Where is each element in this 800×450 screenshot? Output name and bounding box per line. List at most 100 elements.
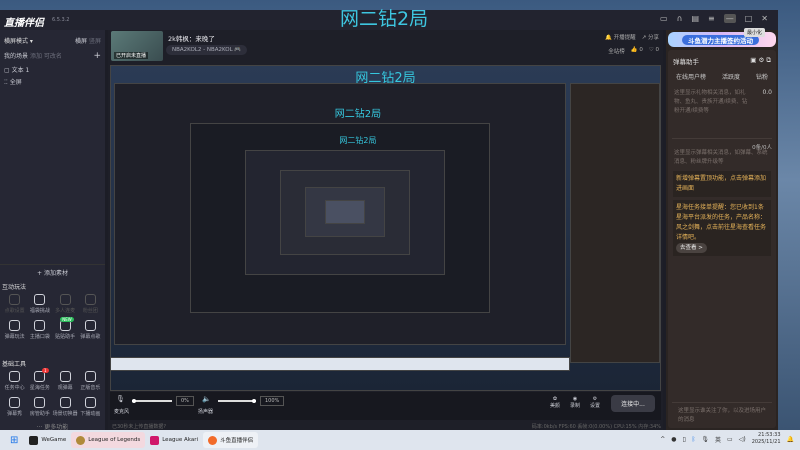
- notification-icon[interactable]: 🔔: [787, 436, 794, 443]
- taskbar: ⊞ WeGame League of Legends League Akari …: [0, 430, 800, 450]
- remind-button[interactable]: 🔔 开播提醒: [605, 33, 636, 41]
- status-left: 已30秒未上传直播数据?: [112, 424, 167, 430]
- tool-multi[interactable]: 多人连麦: [53, 294, 78, 314]
- tray-chevron-icon[interactable]: ^: [660, 436, 665, 443]
- notice-pin[interactable]: 新增弹幕置顶功能，点击弹幕添加进画面: [673, 171, 771, 197]
- bluetooth-icon[interactable]: ᛒ: [692, 436, 696, 443]
- settings-button[interactable]: ⚙ 设置: [590, 396, 600, 409]
- tray-app-icon[interactable]: ●: [671, 436, 676, 443]
- usb-icon[interactable]: ▯: [682, 436, 685, 443]
- interactive-title: 互动玩法: [2, 284, 27, 291]
- tab-online-users[interactable]: 在线用户榜: [676, 72, 706, 81]
- tool-view-danmu[interactable]: 观弹幕: [53, 371, 78, 391]
- mode-portrait[interactable]: 竖屏: [89, 38, 101, 45]
- mic-percent: 0%: [176, 396, 194, 406]
- panel-title: 弹幕助手: [673, 58, 699, 66]
- tool-tasks[interactable]: 任务中心: [2, 371, 27, 391]
- tools-title: 基础工具: [2, 361, 27, 368]
- hearts-count: ♡ 0: [648, 47, 659, 53]
- likes-count: 👍 0: [630, 47, 643, 53]
- tool-scene-switch[interactable]: 场景切换器: [53, 397, 78, 417]
- gift-value: 0.0: [762, 89, 772, 96]
- tool-danmu-song[interactable]: 弹幕点歌: [78, 320, 103, 340]
- count-badge: 1: [41, 368, 49, 373]
- speaker-label: 扬声器: [198, 409, 214, 415]
- app-version: 6.5.3.2: [52, 17, 70, 23]
- speaker-slider[interactable]: [218, 398, 256, 403]
- go-see-button[interactable]: 去查看 >: [676, 243, 707, 253]
- preview-overlay-title: 网二钻2局: [334, 109, 382, 120]
- tool-sticker[interactable]: 贴贴助手 NEW: [53, 317, 78, 340]
- rename-scene[interactable]: 可改名: [44, 53, 62, 60]
- stream-title[interactable]: 2k韩枫：来晚了: [168, 33, 215, 43]
- minimize-button[interactable]: —: [723, 14, 736, 23]
- mic-label: 麦克风: [114, 409, 130, 415]
- mode-landscape[interactable]: 横屏: [75, 38, 87, 45]
- overlay-title: 网二钻2局: [340, 8, 429, 30]
- tool-fans[interactable]: 粉丝团: [78, 294, 103, 314]
- tool-danmu-play[interactable]: 弹幕玩法: [2, 320, 27, 340]
- taskbar-wegame[interactable]: WeGame: [24, 432, 71, 448]
- category-tag[interactable]: NBA2KOL2 - NBA2KOL 🎮: [166, 45, 248, 55]
- source-item[interactable]: ⁚⁚ 全屏: [4, 77, 105, 89]
- taskbar-akari[interactable]: League Akari: [145, 432, 203, 448]
- connect-button[interactable]: 连接中...: [611, 395, 655, 412]
- clock[interactable]: 21:53:33 2025/11/21: [752, 432, 781, 446]
- chat-icon[interactable]: ▭: [660, 14, 668, 23]
- tool-pocket[interactable]: 主播口袋: [27, 320, 52, 340]
- add-source-button[interactable]: + 添加素材: [0, 264, 105, 277]
- speaker-icon[interactable]: 🔈: [202, 395, 211, 403]
- windows-start-icon[interactable]: ⊞: [10, 435, 18, 446]
- status-stats: 码率:0kb/s FPS:60 丢帧:0(0.00%) CPU:15% 内存:3…: [531, 424, 661, 430]
- scenes-label: 我的场景: [4, 53, 29, 60]
- audio-control-bar: 🎙 麦克风 0% 🔈 扬声器 100% ✿ 美颜 ◉ 录制 ⚙ 设置 连接中...: [110, 392, 661, 420]
- source-item[interactable]: ▢ 文本 1: [4, 65, 105, 77]
- panel-tools-icon[interactable]: ▣ ⚙ ⧉: [750, 56, 771, 66]
- add-scene-button[interactable]: +: [93, 51, 101, 61]
- taskbar-lol[interactable]: League of Legends: [71, 432, 146, 448]
- menu-icon[interactable]: ≡: [708, 14, 715, 23]
- mic-tray-icon[interactable]: 🎙: [701, 436, 709, 443]
- volume-icon[interactable]: ◁): [739, 436, 746, 443]
- tool-moderator[interactable]: 房管助手: [27, 397, 52, 417]
- main-area: 已开启未直播 2k韩枫：来晚了 NBA2KOL2 - NBA2KOL 🎮 🔔 开…: [108, 30, 663, 430]
- stream-preview[interactable]: 网二钻2局 网二钻2局 网二钻2局: [110, 65, 661, 391]
- app-window: 直播伴侣 6.5.3.2 ▭ ∩ ▤ ≡ — □ ✕ 横屏模式 ▾ 横屏 竖屏 …: [0, 10, 778, 431]
- right-panel: 斗鱼潜力主播签约活动 弹幕助手 ▣ ⚙ ⧉ 在线用户榜 活跃度 钻粉 这里显示礼物…: [666, 30, 778, 430]
- ime-indicator[interactable]: 英: [715, 435, 721, 444]
- follow-hint: 这里显示谁关注了你，以及进场用户的消息: [672, 402, 772, 425]
- notice-task: 星海任务接单提醒：您已收到1条星海平台派发的任务，产品名称：风之剑舞，点击前往星…: [673, 200, 771, 256]
- tab-diamond-fans[interactable]: 钻粉: [756, 72, 768, 81]
- danmu-assistant: 弹幕助手 ▣ ⚙ ⧉ 在线用户榜 活跃度 钻粉 这里显示礼物相关消息，如礼物、鱼丸…: [668, 50, 776, 428]
- notes-icon[interactable]: ▤: [691, 14, 699, 23]
- tab-activity[interactable]: 活跃度: [722, 72, 740, 81]
- nested-window: [325, 200, 365, 224]
- record-button[interactable]: ◉ 录制: [570, 396, 580, 409]
- gift-hint: 这里显示礼物相关消息，如礼物、鱼丸、贵族开通/续费、钻粉开通/续费等: [674, 90, 748, 114]
- danmu-count: 0条/0人: [752, 145, 772, 151]
- tool-music[interactable]: 正版音乐: [78, 371, 103, 391]
- beauty-button[interactable]: ✿ 美颜: [550, 396, 560, 409]
- nested-side-panel: [570, 83, 660, 363]
- tool-xinghai[interactable]: 星海任务 1: [27, 368, 52, 391]
- nested-taskbar: [110, 357, 570, 371]
- add-scene[interactable]: 添加: [30, 53, 42, 60]
- tool-danmu-show[interactable]: 弹幕秀: [2, 397, 27, 417]
- mic-icon[interactable]: 🎙: [116, 395, 125, 403]
- tool-song[interactable]: 点歌设置: [2, 294, 27, 314]
- speaker-percent: 100%: [260, 396, 285, 406]
- close-button[interactable]: ✕: [761, 14, 768, 23]
- app-logo: 直播伴侣: [4, 18, 44, 29]
- network-icon[interactable]: ▭: [727, 436, 733, 443]
- mic-slider[interactable]: [132, 398, 172, 403]
- taskbar-douyu[interactable]: 斗鱼直播伴侣: [203, 432, 259, 448]
- mode-select[interactable]: 横屏模式 ▾: [4, 36, 33, 45]
- maximize-button[interactable]: □: [745, 14, 753, 23]
- stream-cover[interactable]: 已开启未直播: [111, 31, 163, 61]
- system-tray: ^ ● ▯ ᛒ 🎙 英 ▭ ◁) 21:53:33 2025/11/21 🔔: [660, 432, 794, 446]
- tool-end-anim[interactable]: 下播动画: [78, 397, 103, 417]
- share-button[interactable]: ↗ 分享: [642, 33, 659, 41]
- headset-icon[interactable]: ∩: [677, 14, 683, 23]
- tool-challenge[interactable]: 福袋挑战: [27, 294, 52, 314]
- rank-button[interactable]: 全站榜: [608, 47, 625, 55]
